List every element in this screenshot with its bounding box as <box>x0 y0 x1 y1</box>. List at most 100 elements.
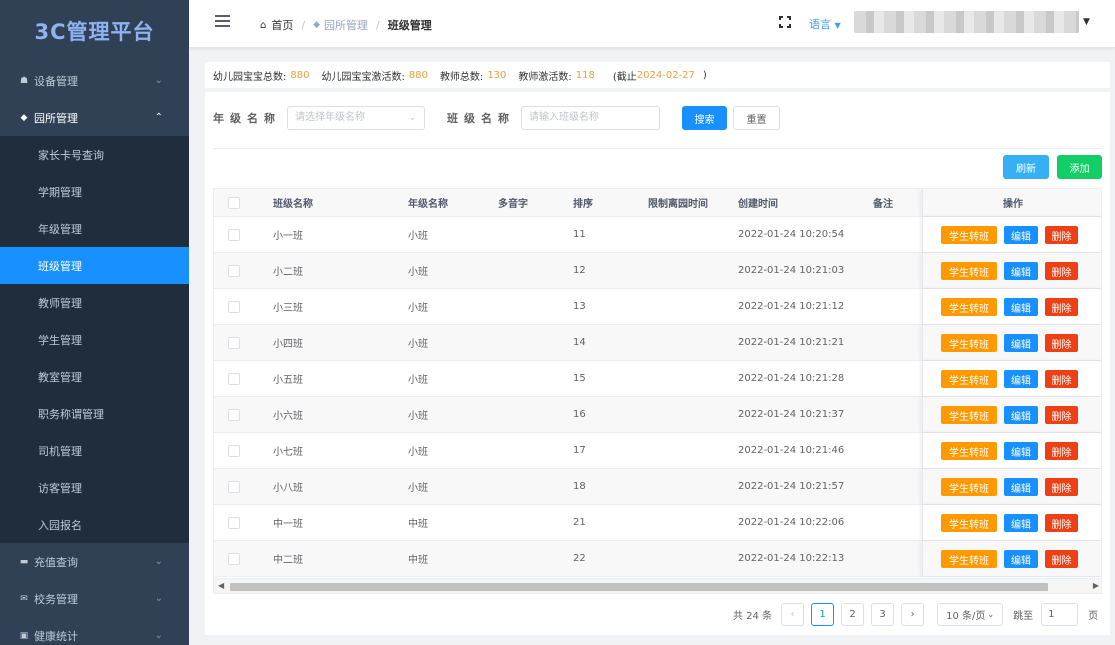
sidebar-item-recharge[interactable]: ▬ 充值查询 ⌄ <box>0 543 189 580</box>
table-row[interactable]: 小四班 小班 14 2022-01-24 10:21:21 学生转班 编辑 删除 <box>214 325 1101 361</box>
delete-button[interactable]: 删除 <box>1045 442 1078 460</box>
row-checkbox[interactable] <box>228 361 240 396</box>
add-button[interactable]: 添加 <box>1057 155 1102 179</box>
sidebar-item-health[interactable]: ▣ 健康统计 ⌄ <box>0 617 189 645</box>
row-checkbox[interactable] <box>228 505 240 540</box>
row-checkbox[interactable] <box>228 253 240 288</box>
table-row[interactable]: 小三班 小班 13 2022-01-24 10:21:12 学生转班 编辑 删除 <box>214 289 1101 325</box>
grade-select[interactable]: 请选择年级名称 ⌄ <box>287 106 425 130</box>
sidebar-subitem-grade[interactable]: 年级管理 <box>0 210 189 247</box>
edit-button[interactable]: 编辑 <box>1004 226 1038 244</box>
edit-button[interactable]: 编辑 <box>1004 334 1038 352</box>
sidebar-subitem-semester[interactable]: 学期管理 <box>0 173 189 210</box>
caret-down-icon[interactable]: ▼ <box>1083 17 1090 27</box>
transfer-class-button[interactable]: 学生转班 <box>941 262 997 280</box>
breadcrumb-home[interactable]: 首页 <box>271 17 293 33</box>
scroll-right-icon[interactable]: ▶ <box>1093 581 1099 590</box>
delete-button[interactable]: 删除 <box>1045 514 1078 532</box>
col-header-sort[interactable]: 排序 <box>573 189 593 216</box>
breadcrumb-school[interactable]: 园所管理 <box>324 17 368 33</box>
transfer-class-button[interactable]: 学生转班 <box>941 442 997 460</box>
table-row[interactable]: 小一班 小班 11 2022-01-24 10:20:54 学生转班 编辑 删除 <box>214 217 1101 253</box>
delete-button[interactable]: 删除 <box>1045 226 1078 244</box>
page-3-button[interactable]: 3 <box>871 603 895 626</box>
row-checkbox[interactable] <box>228 217 240 252</box>
jump-page-input[interactable]: 1 <box>1041 603 1079 626</box>
sidebar-subitem-class[interactable]: 班级管理 <box>0 247 189 284</box>
transfer-class-button[interactable]: 学生转班 <box>941 406 997 424</box>
table-row[interactable]: 小二班 小班 12 2022-01-24 10:21:03 学生转班 编辑 删除 <box>214 253 1101 289</box>
next-page-button[interactable]: › <box>901 603 925 626</box>
transfer-class-button[interactable]: 学生转班 <box>941 370 997 388</box>
hamburger-icon[interactable] <box>215 15 230 27</box>
sidebar-subitem-parent-card[interactable]: 家长卡号查询 <box>0 136 189 173</box>
delete-button[interactable]: 删除 <box>1045 262 1078 280</box>
page-1-button[interactable]: 1 <box>811 603 835 626</box>
table-row[interactable]: 小六班 小班 16 2022-01-24 10:21:37 学生转班 编辑 删除 <box>214 397 1101 433</box>
delete-button[interactable]: 删除 <box>1045 406 1078 424</box>
col-header-remark[interactable]: 备注 <box>873 189 893 216</box>
horizontal-scrollbar[interactable]: ◀ ▶ <box>214 578 1101 593</box>
edit-button[interactable]: 编辑 <box>1004 262 1038 280</box>
sidebar-subitem-visitor[interactable]: 访客管理 <box>0 469 189 506</box>
table-row[interactable]: 小五班 小班 15 2022-01-24 10:21:28 学生转班 编辑 删除 <box>214 361 1101 397</box>
transfer-class-button[interactable]: 学生转班 <box>941 334 997 352</box>
sidebar-item-school[interactable]: ◆ 园所管理 ⌃ <box>0 99 189 136</box>
transfer-class-button[interactable]: 学生转班 <box>941 478 997 496</box>
row-checkbox[interactable] <box>228 541 240 576</box>
edit-button[interactable]: 编辑 <box>1004 406 1038 424</box>
delete-button[interactable]: 删除 <box>1045 298 1078 316</box>
page-2-button[interactable]: 2 <box>841 603 865 626</box>
sidebar-item-affairs[interactable]: ✉ 校务管理 ⌄ <box>0 580 189 617</box>
transfer-class-button[interactable]: 学生转班 <box>941 226 997 244</box>
fullscreen-icon[interactable] <box>779 16 791 28</box>
delete-button[interactable]: 删除 <box>1045 370 1078 388</box>
class-name-input[interactable]: 请输入班级名称 <box>521 106 660 130</box>
delete-button[interactable]: 删除 <box>1045 550 1078 568</box>
table-row[interactable]: 小八班 小班 18 2022-01-24 10:21:57 学生转班 编辑 删除 <box>214 469 1101 505</box>
page-size-select[interactable]: 10 条/页 ⌄ <box>937 603 1004 626</box>
col-header-limit-time[interactable]: 限制离园时间 <box>648 189 708 216</box>
transfer-class-button[interactable]: 学生转班 <box>941 550 997 568</box>
language-dropdown[interactable]: 语言 ▼ <box>809 16 841 32</box>
transfer-class-button[interactable]: 学生转班 <box>941 514 997 532</box>
row-checkbox[interactable] <box>228 289 240 324</box>
table-row[interactable]: 中一班 中班 21 2022-01-24 10:22:06 学生转班 编辑 删除 <box>214 505 1101 541</box>
edit-button[interactable]: 编辑 <box>1004 514 1038 532</box>
user-info-blurred[interactable] <box>854 11 1079 33</box>
col-header-grade-name[interactable]: 年级名称 <box>408 189 448 216</box>
sidebar-subitem-enroll[interactable]: 入园报名 <box>0 506 189 543</box>
table-row[interactable]: 小七班 小班 17 2022-01-24 10:21:46 学生转班 编辑 删除 <box>214 433 1101 469</box>
edit-button[interactable]: 编辑 <box>1004 370 1038 388</box>
row-checkbox[interactable] <box>228 325 240 360</box>
cell-created: 2022-01-24 10:21:57 <box>738 481 845 492</box>
col-header-created[interactable]: 创建时间 <box>738 189 778 216</box>
sidebar-subitem-title[interactable]: 职务称谓管理 <box>0 395 189 432</box>
refresh-button[interactable]: 刷新 <box>1003 155 1049 179</box>
col-header-class-name[interactable]: 班级名称 <box>273 189 313 216</box>
row-checkbox[interactable] <box>228 469 240 504</box>
col-header-polyphone[interactable]: 多音字 <box>498 189 528 216</box>
delete-button[interactable]: 删除 <box>1045 478 1078 496</box>
scrollbar-thumb[interactable] <box>230 583 1048 591</box>
sidebar-subitem-driver[interactable]: 司机管理 <box>0 432 189 469</box>
scroll-left-icon[interactable]: ◀ <box>218 581 224 590</box>
edit-button[interactable]: 编辑 <box>1004 442 1038 460</box>
cell-sort: 21 <box>573 517 586 528</box>
sidebar-subitem-teacher[interactable]: 教师管理 <box>0 284 189 321</box>
row-checkbox[interactable] <box>228 397 240 432</box>
row-checkbox[interactable] <box>228 433 240 468</box>
sidebar-subitem-student[interactable]: 学生管理 <box>0 321 189 358</box>
delete-button[interactable]: 删除 <box>1045 334 1078 352</box>
sidebar-subitem-classroom[interactable]: 教室管理 <box>0 358 189 395</box>
reset-button[interactable]: 重置 <box>733 106 780 130</box>
edit-button[interactable]: 编辑 <box>1004 478 1038 496</box>
table-row[interactable]: 中二班 中班 22 2022-01-24 10:22:13 学生转班 编辑 删除 <box>214 541 1101 577</box>
select-all-checkbox[interactable] <box>228 189 240 216</box>
search-button[interactable]: 搜索 <box>682 106 727 130</box>
edit-button[interactable]: 编辑 <box>1004 550 1038 568</box>
transfer-class-button[interactable]: 学生转班 <box>941 298 997 316</box>
edit-button[interactable]: 编辑 <box>1004 298 1038 316</box>
sidebar-item-device[interactable]: ☗ 设备管理 ⌄ <box>0 62 189 99</box>
prev-page-button[interactable]: ‹ <box>781 603 805 626</box>
